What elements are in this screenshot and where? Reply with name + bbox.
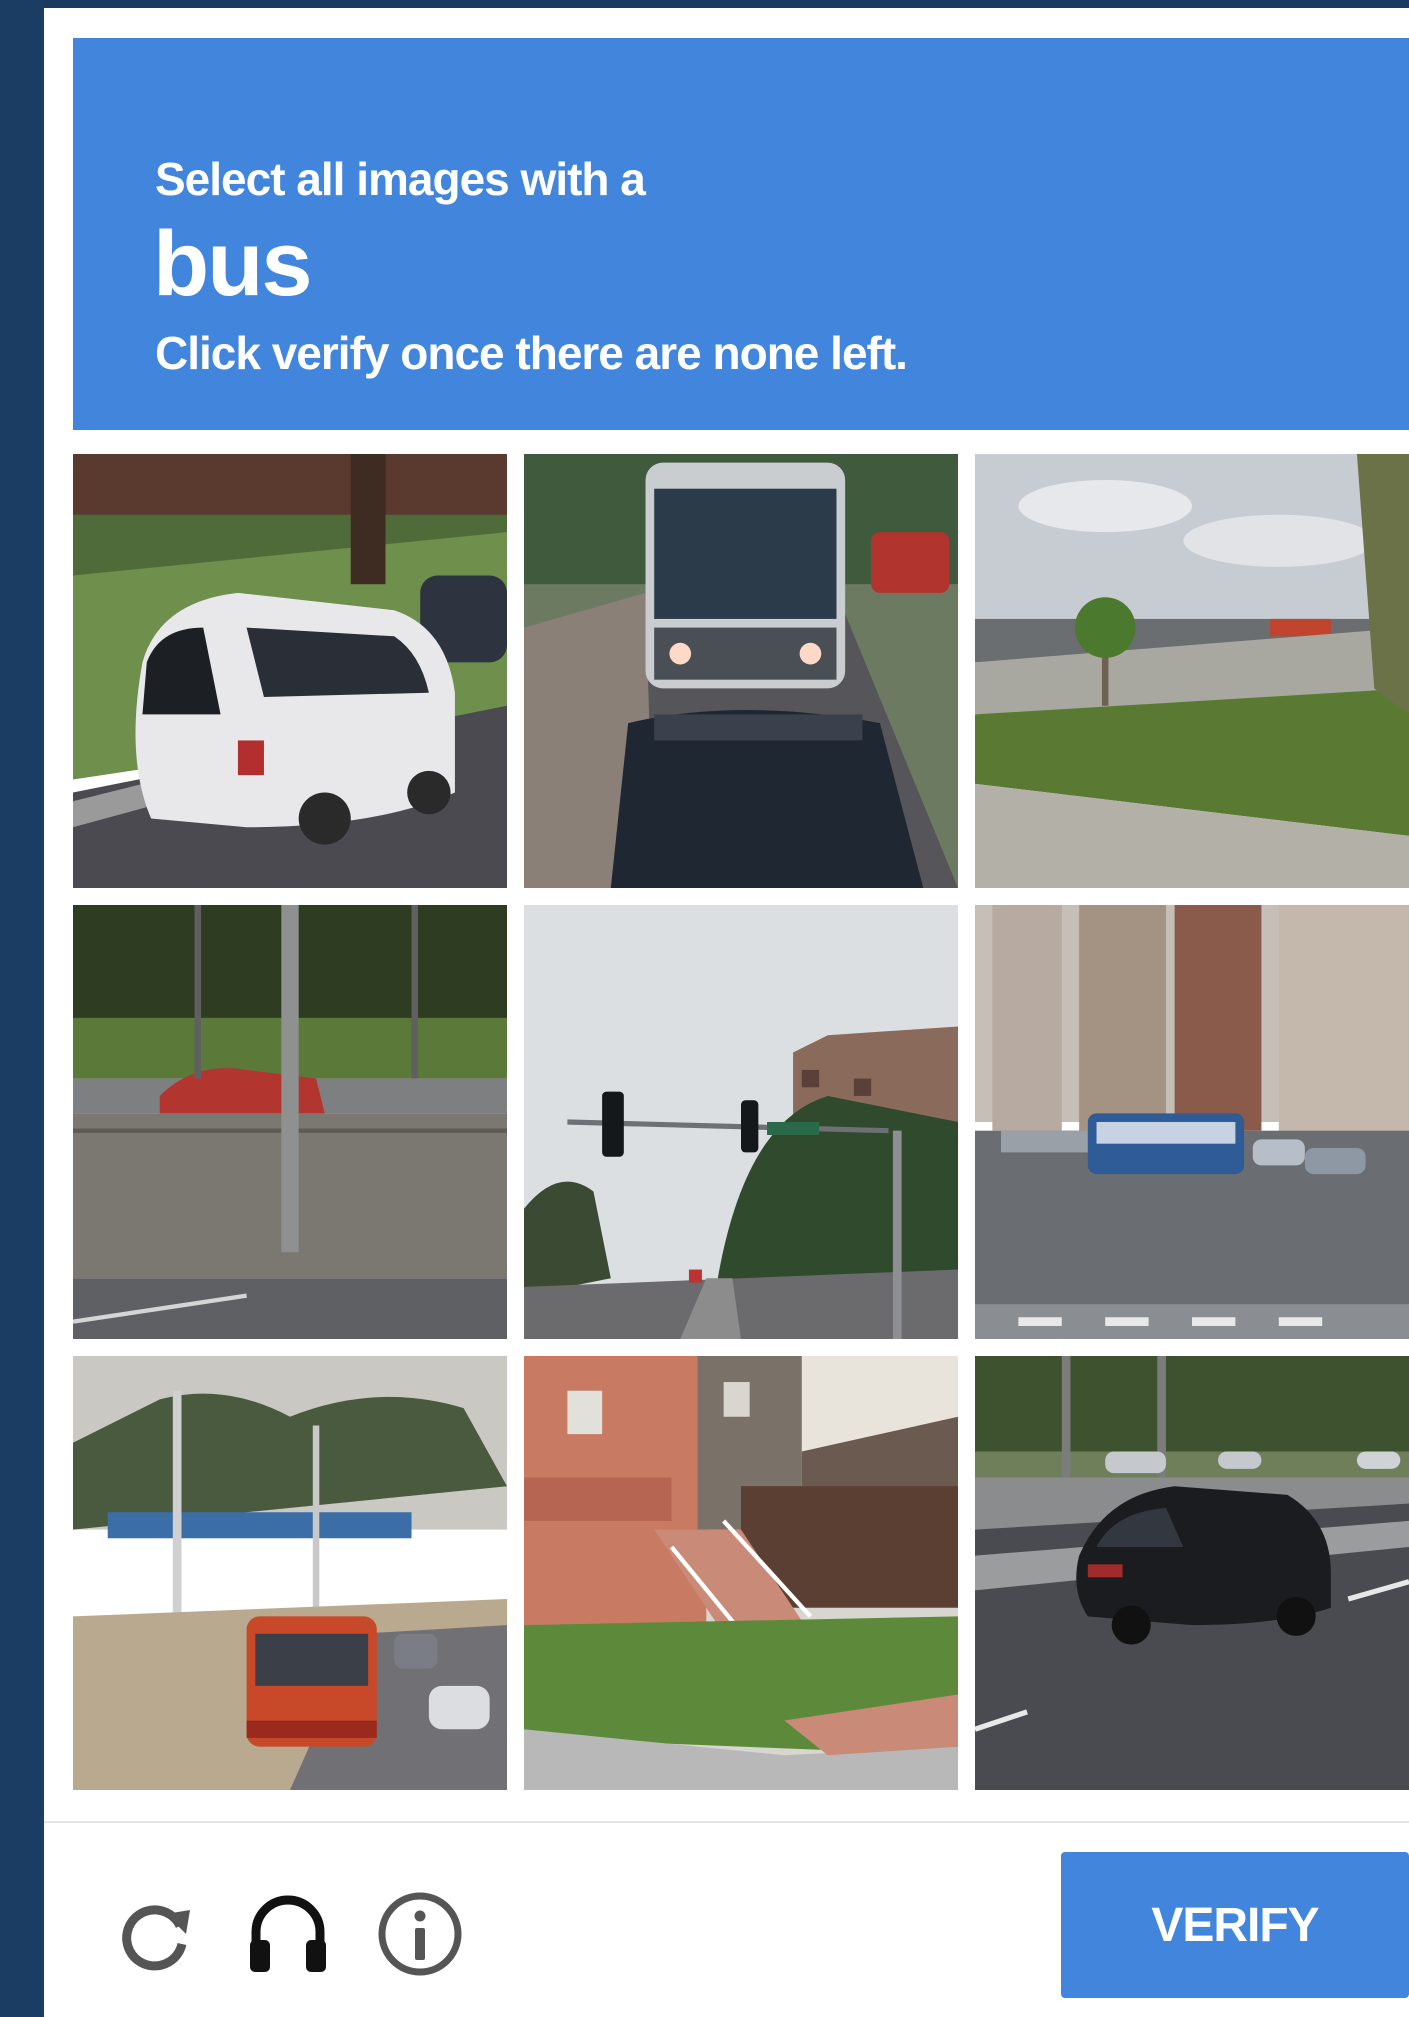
- city-bus-icon: [975, 905, 1409, 1339]
- verify-button[interactable]: VERIFY: [1061, 1852, 1409, 1998]
- audio-challenge-button[interactable]: [242, 1888, 334, 1980]
- image-tile-9[interactable]: [975, 1356, 1409, 1790]
- footer-divider: [44, 1821, 1409, 1823]
- image-tile-1[interactable]: [73, 454, 507, 888]
- image-tile-2[interactable]: [524, 454, 958, 888]
- captcha-challenge: Select all images with a bus Click verif…: [44, 8, 1409, 2017]
- road-median-icon: [975, 454, 1409, 888]
- image-tile-3[interactable]: [975, 454, 1409, 888]
- highway-wall-icon: [73, 905, 507, 1339]
- headphones-icon: [250, 1895, 326, 1972]
- house-stairs-icon: [524, 1356, 958, 1790]
- reload-icon: [122, 1905, 190, 1971]
- reload-button[interactable]: [110, 1888, 202, 1980]
- orange-bus-icon: [73, 1356, 507, 1790]
- instruction-prefix: Select all images with a: [155, 153, 646, 205]
- white-minivan-icon: [73, 454, 507, 888]
- image-grid: [73, 454, 1409, 1798]
- info-button[interactable]: [374, 1888, 466, 1980]
- instruction-header: Select all images with a bus Click verif…: [73, 38, 1409, 430]
- image-tile-6[interactable]: [975, 905, 1409, 1339]
- target-object: bus: [153, 213, 313, 315]
- bus-front-icon: [524, 454, 958, 888]
- instruction-suffix: Click verify once there are none left.: [155, 327, 908, 379]
- image-tile-5[interactable]: [524, 905, 958, 1339]
- info-icon: [378, 1892, 462, 1976]
- image-tile-8[interactable]: [524, 1356, 958, 1790]
- image-tile-4[interactable]: [73, 905, 507, 1339]
- traffic-light-icon: [524, 905, 958, 1339]
- background-page: [0, 0, 44, 2017]
- black-suv-icon: [975, 1356, 1409, 1790]
- image-tile-7[interactable]: [73, 1356, 507, 1790]
